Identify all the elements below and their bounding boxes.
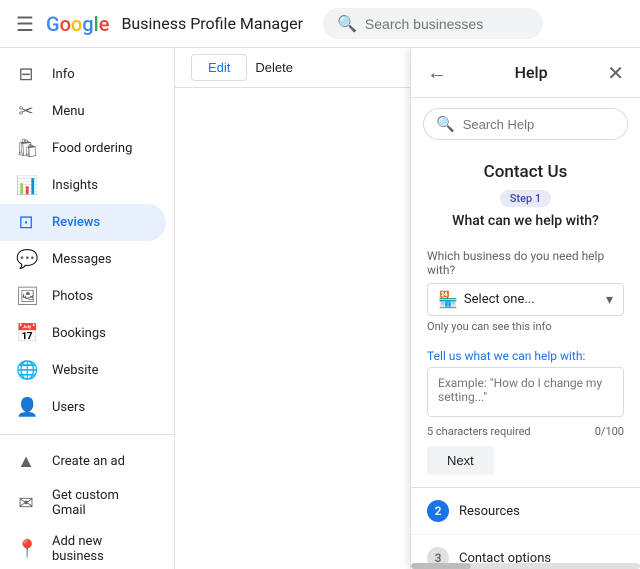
sidebar-label-photos: Photos bbox=[52, 289, 93, 304]
search-icon: 🔍 bbox=[337, 14, 357, 33]
content-area: Edit Delete ← Help ✕ 🔍 Contact Us bbox=[175, 48, 640, 569]
sidebar-item-website[interactable]: 🌐 Website bbox=[0, 352, 166, 389]
sidebar-item-photos[interactable]: 🖼 Photos bbox=[0, 278, 166, 315]
help-textarea[interactable] bbox=[427, 367, 624, 417]
sidebar-label-create-ad: Create an ad bbox=[52, 454, 125, 469]
menu-icon[interactable]: ☰ bbox=[16, 12, 34, 36]
select-text: Select one... bbox=[464, 292, 606, 307]
accordion-label-resources: Resources bbox=[459, 504, 520, 519]
help-body: Contact Us Step 1 What can we help with?… bbox=[411, 150, 640, 569]
reviews-icon: ⊡ bbox=[16, 212, 36, 233]
insights-icon: 📊 bbox=[16, 175, 36, 196]
search-input[interactable] bbox=[365, 16, 525, 32]
sidebar-divider bbox=[0, 434, 174, 435]
business-select-section: Which business do you need help with? 🏪 … bbox=[411, 241, 640, 341]
next-button[interactable]: Next bbox=[427, 446, 494, 475]
help-search-bar[interactable]: 🔍 bbox=[423, 108, 628, 140]
sidebar: ⊟ Info ✂ Menu 🛍 Food ordering 📊 Insights… bbox=[0, 48, 175, 569]
topbar: ☰ Google Business Profile Manager 🔍 bbox=[0, 0, 640, 48]
select-note: Only you can see this info bbox=[427, 320, 624, 333]
textarea-meta: 5 characters required 0/100 bbox=[411, 425, 640, 438]
edit-button[interactable]: Edit bbox=[191, 54, 247, 81]
step-badge: Step 1 bbox=[500, 190, 551, 207]
help-scrollbar[interactable] bbox=[411, 563, 640, 569]
sidebar-item-bookings[interactable]: 📅 Bookings bbox=[0, 315, 166, 352]
sidebar-label-bookings: Bookings bbox=[52, 326, 106, 341]
sidebar-label-food-ordering: Food ordering bbox=[52, 141, 132, 156]
photos-icon: 🖼 bbox=[16, 286, 36, 307]
tell-us-label: Tell us what we can help with: bbox=[427, 349, 624, 363]
business-label: Which business do you need help with? bbox=[427, 249, 624, 277]
sidebar-label-add-business: Add new business bbox=[52, 534, 150, 564]
chars-count: 0/100 bbox=[595, 425, 624, 438]
help-search-input[interactable] bbox=[463, 117, 615, 132]
main-layout: ⊟ Info ✂ Menu 🛍 Food ordering 📊 Insights… bbox=[0, 48, 640, 569]
sidebar-item-users[interactable]: 👤 Users bbox=[0, 389, 166, 426]
sidebar-item-custom-gmail[interactable]: ✉ Get custom Gmail bbox=[0, 480, 166, 526]
bookings-icon: 📅 bbox=[16, 323, 36, 344]
step-question: What can we help with? bbox=[411, 213, 640, 241]
sidebar-label-insights: Insights bbox=[52, 178, 98, 193]
sidebar-label-reviews: Reviews bbox=[52, 215, 100, 230]
select-arrow-icon: ▾ bbox=[606, 292, 613, 308]
store-icon: 🏪 bbox=[438, 290, 458, 309]
delete-button[interactable]: Delete bbox=[255, 60, 293, 75]
sidebar-label-menu: Menu bbox=[52, 104, 85, 119]
business-select[interactable]: 🏪 Select one... ▾ bbox=[427, 283, 624, 316]
sidebar-item-info[interactable]: ⊟ Info bbox=[0, 56, 166, 93]
help-title: Help bbox=[455, 63, 607, 82]
add-business-icon: 📍 bbox=[16, 539, 36, 560]
menu-item-icon: ✂ bbox=[16, 101, 36, 122]
sidebar-label-website: Website bbox=[52, 363, 99, 378]
help-search-icon: 🔍 bbox=[436, 115, 455, 133]
food-ordering-icon: 🛍 bbox=[16, 138, 36, 159]
sidebar-label-users: Users bbox=[52, 400, 85, 415]
accordion-item-resources[interactable]: 2 Resources bbox=[411, 488, 640, 535]
sidebar-label-info: Info bbox=[52, 67, 75, 82]
sidebar-label-messages: Messages bbox=[52, 252, 112, 267]
help-scrollbar-thumb bbox=[411, 563, 471, 569]
contact-us-title: Contact Us bbox=[411, 150, 640, 190]
sidebar-item-insights[interactable]: 📊 Insights bbox=[0, 167, 166, 204]
sidebar-item-messages[interactable]: 💬 Messages bbox=[0, 241, 166, 278]
website-icon: 🌐 bbox=[16, 360, 36, 381]
help-close-button[interactable]: ✕ bbox=[607, 61, 624, 85]
chars-required: 5 characters required bbox=[427, 425, 531, 438]
create-ad-icon: ▲ bbox=[16, 451, 36, 472]
custom-gmail-icon: ✉ bbox=[16, 493, 36, 514]
google-logo: Google bbox=[46, 12, 110, 36]
search-bar[interactable]: 🔍 bbox=[323, 8, 543, 39]
messages-icon: 💬 bbox=[16, 249, 36, 270]
logo-text: Google bbox=[46, 12, 110, 36]
sidebar-item-add-business[interactable]: 📍 Add new business bbox=[0, 526, 166, 569]
app-title: Business Profile Manager bbox=[121, 14, 303, 33]
sidebar-label-custom-gmail: Get custom Gmail bbox=[52, 488, 150, 518]
help-panel: ← Help ✕ 🔍 Contact Us Step 1 What can we… bbox=[410, 48, 640, 569]
sidebar-item-reviews[interactable]: ⊡ Reviews bbox=[0, 204, 166, 241]
help-back-button[interactable]: ← bbox=[427, 60, 447, 85]
help-header: ← Help ✕ bbox=[411, 48, 640, 98]
sidebar-item-menu[interactable]: ✂ Menu bbox=[0, 93, 166, 130]
sidebar-item-food-ordering[interactable]: 🛍 Food ordering bbox=[0, 130, 166, 167]
accordion-num-2: 2 bbox=[427, 500, 449, 522]
users-icon: 👤 bbox=[16, 397, 36, 418]
info-icon: ⊟ bbox=[16, 64, 36, 85]
sidebar-item-create-ad[interactable]: ▲ Create an ad bbox=[0, 443, 166, 480]
